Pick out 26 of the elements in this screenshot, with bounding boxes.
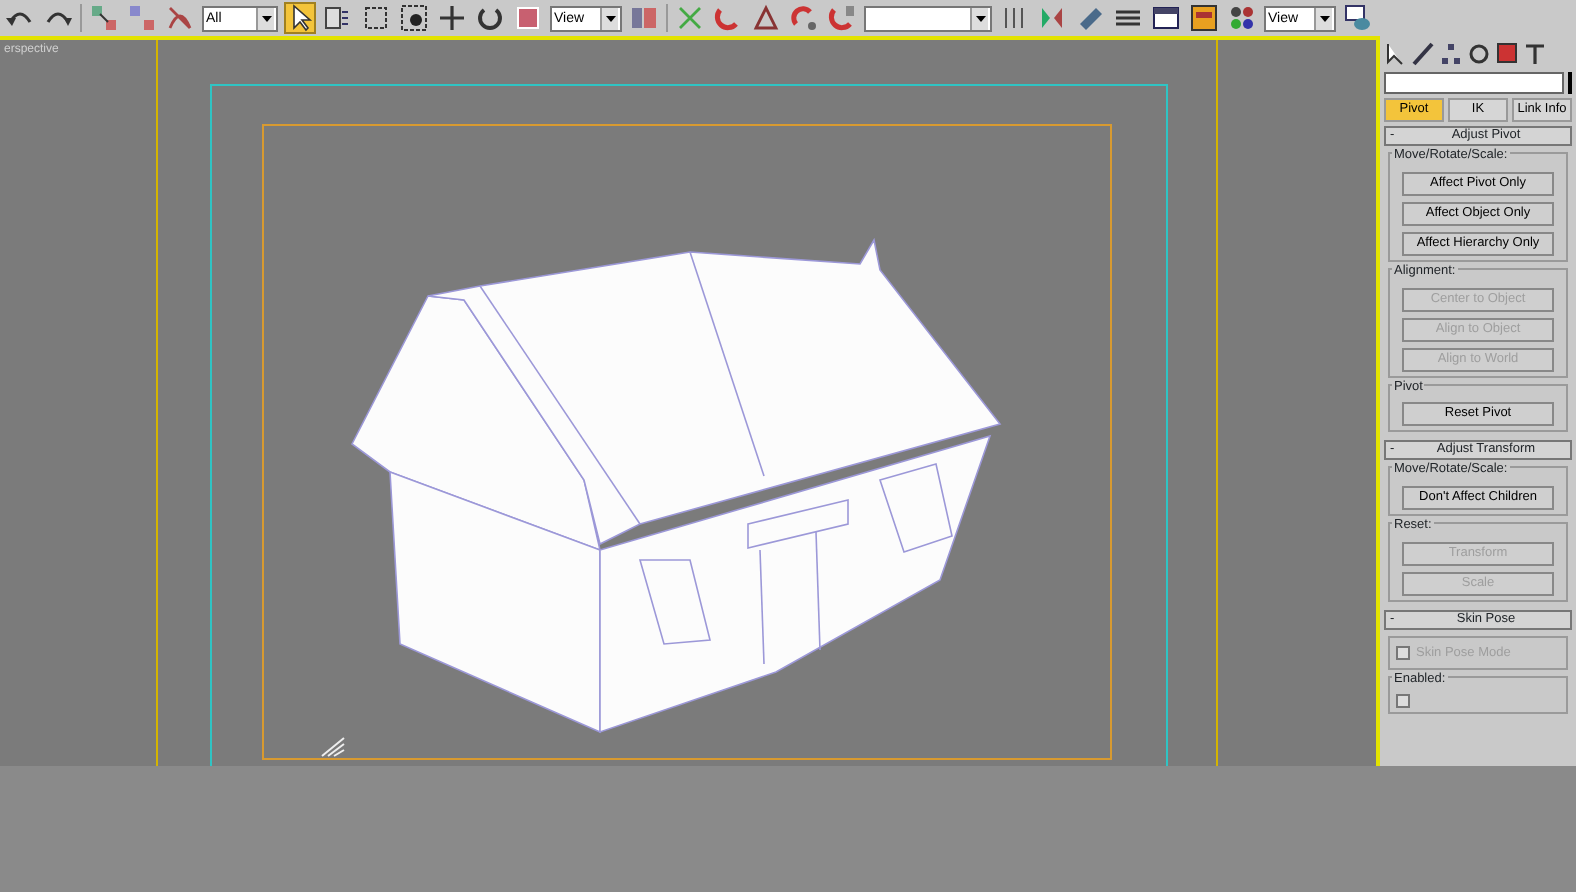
unlink-icon [128,4,156,32]
hierarchy-icon[interactable] [1440,42,1462,66]
rotate-icon [476,4,504,32]
toolbar-button[interactable] [436,2,468,34]
move-icon [438,4,466,32]
caret-icon [1314,7,1332,29]
window-crossing-icon [400,4,428,32]
rectangle-selection-icon [362,4,390,32]
caret-icon [970,7,988,29]
caret-icon [600,7,618,29]
select-by-name-icon [324,4,352,32]
dropdown[interactable] [864,5,992,31]
toolbar-button[interactable] [284,2,316,34]
circle-icon[interactable] [1468,42,1490,66]
material-editor-icon [1228,4,1256,32]
toolbar-button[interactable] [398,2,430,34]
selection-set-icon [1000,4,1028,32]
link-icon [90,4,118,32]
object-name-field[interactable] [1384,72,1564,94]
caret-icon [256,7,274,29]
toolbar-button[interactable] [360,2,392,34]
mirror-icon [1038,4,1066,32]
toolbar-button[interactable] [322,2,354,34]
angle-snap-icon [752,4,780,32]
scale-icon [514,4,542,32]
toolbar-button[interactable] [1226,2,1258,34]
